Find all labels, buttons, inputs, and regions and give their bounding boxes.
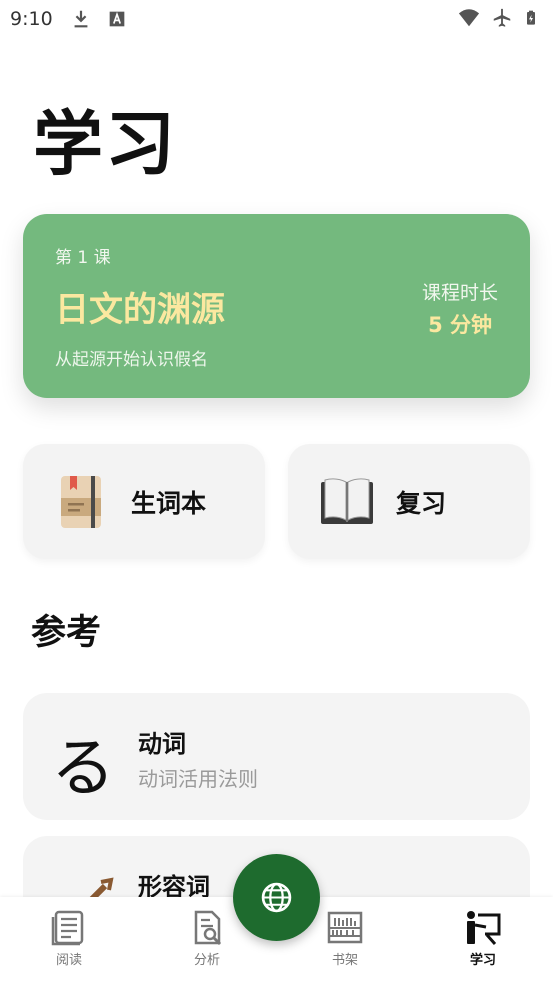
verb-description: 动词活用法则 [138, 767, 258, 791]
nav-item-study[interactable]: 学习 [448, 909, 518, 968]
download-icon [74, 10, 88, 28]
reading-icon [51, 910, 84, 946]
nav-item-analysis[interactable]: 分析 [172, 909, 242, 968]
verb-title: 动词 [138, 730, 186, 758]
vocabulary-book-card[interactable]: 生词本 [23, 444, 265, 559]
battery-charging-icon [527, 10, 535, 25]
status-bar: 9:10 [0, 0, 553, 38]
nav-label-bookshelf: 书架 [331, 953, 358, 968]
nav-label-analysis: 分析 [193, 953, 220, 968]
open-book-icon [321, 478, 373, 524]
text-a-icon [109, 11, 125, 27]
reference-section-title: 参考 [31, 613, 102, 653]
analysis-icon [194, 910, 222, 946]
translate-fab-button[interactable] [233, 854, 320, 941]
verb-glyph: る [51, 732, 115, 806]
wifi-icon [458, 9, 480, 27]
vocabulary-book-label: 生词本 [131, 489, 207, 518]
lesson-number: 第 1 课 [55, 248, 111, 268]
nav-item-reading[interactable]: 阅读 [34, 909, 104, 968]
page-title: 学习 [33, 103, 177, 185]
globe-icon [261, 882, 292, 913]
verb-reference-card[interactable]: る 动词 动词活用法则 [23, 693, 530, 820]
review-label: 复习 [396, 489, 447, 518]
status-right-icons [457, 7, 539, 29]
study-icon [467, 911, 501, 945]
nav-label-study: 学习 [469, 953, 496, 968]
status-time: 9:10 [10, 8, 53, 30]
lesson-title: 日文的渊源 [55, 290, 225, 330]
bookshelf-icon [327, 911, 363, 944]
lesson-duration-value: 5 分钟 [428, 313, 492, 337]
status-left-icons [70, 8, 128, 30]
nav-label-reading: 阅读 [55, 953, 82, 968]
lesson-subtitle: 从起源开始认识假名 [55, 350, 208, 370]
airplane-mode-icon [493, 8, 511, 27]
review-card[interactable]: 复习 [288, 444, 530, 559]
notebook-icon [61, 476, 101, 528]
nav-item-bookshelf[interactable]: 书架 [310, 909, 380, 968]
lesson-duration-label: 课程时长 [421, 282, 498, 304]
lesson-card[interactable]: 第 1 课 日文的渊源 从起源开始认识假名 课程时长 5 分钟 [23, 214, 530, 398]
